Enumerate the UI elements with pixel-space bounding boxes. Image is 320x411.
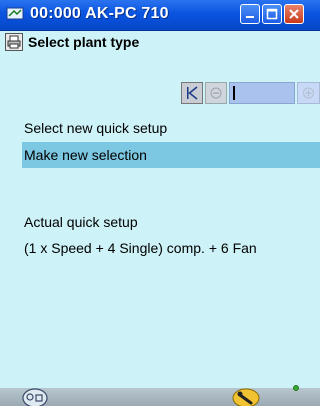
wrench-icon[interactable] <box>232 386 260 408</box>
slider-thumb[interactable] <box>233 86 235 100</box>
close-button[interactable] <box>284 4 304 24</box>
first-page-button[interactable] <box>181 82 203 104</box>
page-title: Select plant type <box>28 34 140 50</box>
next-button[interactable] <box>297 82 320 104</box>
bottom-toolbar <box>0 388 320 406</box>
page-slider[interactable] <box>229 82 295 104</box>
window-title: 00:000 AK-PC 710 <box>30 5 169 22</box>
previous-icon <box>210 87 222 99</box>
close-icon <box>289 9 299 19</box>
maximize-icon <box>266 8 278 20</box>
actual-quick-setup-label: Actual quick setup <box>24 214 138 230</box>
page-header: Select plant type <box>0 30 320 54</box>
printer-icon[interactable] <box>5 33 23 51</box>
select-new-quick-setup-label: Select new quick setup <box>24 120 168 136</box>
minimize-button[interactable] <box>240 4 260 24</box>
maximize-button[interactable] <box>262 4 282 24</box>
next-icon <box>303 87 314 99</box>
network-icon <box>6 6 24 22</box>
menu-icon[interactable] <box>22 386 48 408</box>
app-window: 00:000 AK-PC 710 Select plant type Selec… <box>0 0 320 408</box>
make-new-selection-label[interactable]: Make new selection <box>24 147 147 163</box>
actual-quick-setup-value: (1 x Speed + 4 Single) comp. + 6 Fan <box>24 240 257 256</box>
title-bar[interactable]: 00:000 AK-PC 710 <box>0 0 320 31</box>
previous-button[interactable] <box>205 82 227 104</box>
minimize-icon <box>246 16 254 18</box>
page-navigator <box>181 82 320 104</box>
status-dot-icon <box>293 385 299 391</box>
first-page-icon <box>187 86 198 100</box>
